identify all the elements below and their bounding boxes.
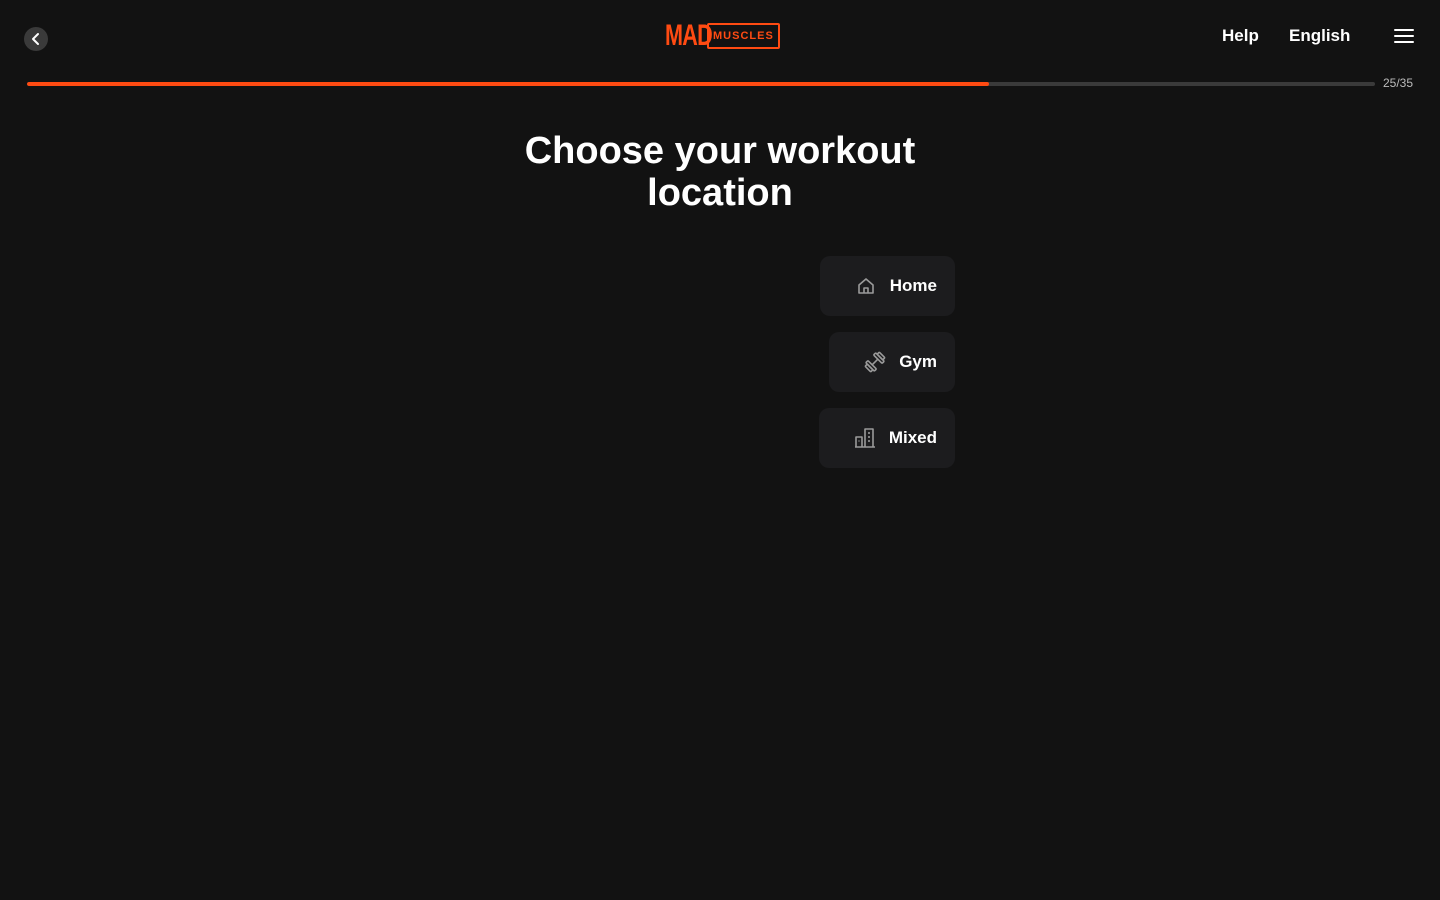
buildings-icon (851, 424, 879, 452)
logo[interactable]: MAD MUSCLES (665, 19, 780, 52)
option-label: Gym (899, 352, 937, 371)
back-button[interactable] (24, 27, 48, 51)
header: MAD MUSCLES Help English (0, 0, 1440, 72)
option-mixed[interactable]: Mixed (818, 408, 955, 468)
progress-counter: 25/35 (1383, 76, 1414, 90)
progress-bar (27, 82, 1375, 86)
chevron-left-icon (32, 33, 39, 45)
language-selector[interactable]: English (1289, 26, 1350, 46)
menu-line (1394, 35, 1414, 37)
option-home[interactable]: Home (819, 256, 955, 316)
dumbbell-icon (861, 348, 889, 376)
hamburger-menu-icon[interactable] (1392, 26, 1416, 46)
logo-muscles-text: MUSCLES (707, 23, 780, 49)
option-gym[interactable]: Gym (829, 332, 955, 392)
menu-line (1394, 41, 1414, 43)
help-link[interactable]: Help (1222, 26, 1259, 46)
home-icon (852, 272, 880, 300)
option-label: Mixed (888, 428, 937, 447)
menu-line (1394, 29, 1414, 31)
location-options: Home Gym Mixed (700, 256, 955, 484)
progress-bar-fill (27, 82, 990, 86)
page-title: Choose your workout location (524, 130, 916, 214)
option-label: Home (889, 276, 937, 295)
logo-mad-text: MAD (665, 19, 713, 52)
